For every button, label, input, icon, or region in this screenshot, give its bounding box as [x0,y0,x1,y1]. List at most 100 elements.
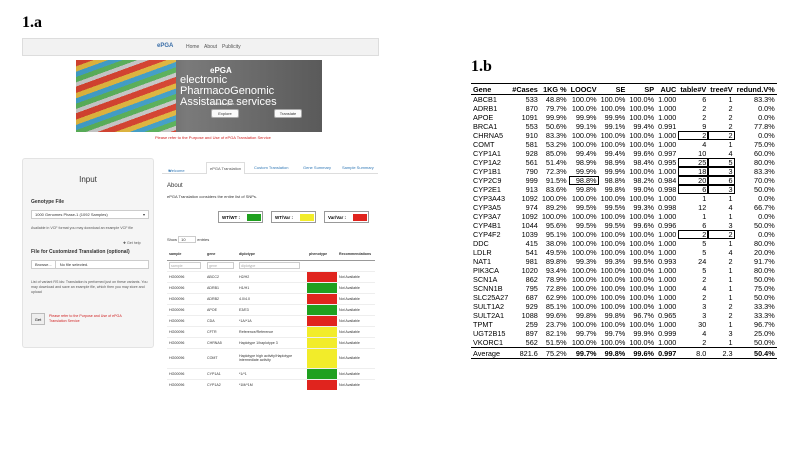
nav-home[interactable]: Home [186,44,199,50]
perf-cell: 99.9% [633,329,655,339]
perf-cell: 60.0% [754,149,775,159]
nav-publicity[interactable]: Publicity [222,44,241,50]
phenotype-cell [307,314,337,326]
perf-cell: 100.0% [629,266,655,276]
perf-cell: 100.0% [600,194,626,204]
perf-cell: 862 [525,275,538,285]
table-row[interactable]: HG00096 ADRB2 4.0/4.0 Not Available [167,292,375,304]
cell-gene: COMT [205,347,237,368]
col-phenotype[interactable]: phenotype [307,249,337,261]
get-help-link[interactable]: ✚ Get help [123,241,153,246]
perf-gene: SULT1A2 [473,302,505,312]
tab-epga-translation[interactable]: ePGA Translation [206,162,246,174]
perf-row: CYP1B1 790 72.3% 99.9% 99.9% 100.0% 1.000 18 3 83… [471,167,777,177]
perf-cell: 99.7% [575,329,597,339]
perf-cell: 83.3% [545,131,567,141]
table-row[interactable]: HG00096 CYP1A1 *1/*1 Not Available [167,367,375,379]
file-picker[interactable]: Browse... No file selected. [31,260,149,269]
table-row[interactable]: HG00096 CHRNA5 Haplotype 1/haplotype 3 Not … [167,336,375,348]
perf-cell: 2 [728,122,733,132]
perf-row: CYP4F2 1039 95.1% 100.0% 100.0% 100.0% 1.000 2 2… [471,230,777,240]
perf-cell: 80.0% [754,266,775,276]
perf-cell: 1 [728,284,733,294]
perf-cell: 100.0% [600,212,626,222]
col-gene[interactable]: gene [205,249,237,261]
vcf-note: Available in VCF format you may download… [31,226,134,230]
col-recommendations[interactable]: Recommendations [337,249,375,261]
perf-cell: 795 [525,284,538,294]
cell-gene: CYP1A1 [205,367,237,379]
browse-button[interactable]: Browse... [35,261,56,269]
translate-button[interactable]: Translate [274,109,302,118]
filter-input[interactable]: diplotype [239,262,301,269]
perf-cell: 85.0% [545,149,567,159]
perf-cell: 100.0% [571,275,597,285]
cell-gene: ADRB1 [205,281,237,293]
perf-cell: 70.0% [754,176,775,186]
table-row[interactable]: HG00096 COMT Haplotype high activity/Haplo… [167,347,375,368]
filter-cell: sample [167,259,205,271]
cell-diplotype: Reference/Reference [237,325,307,337]
perf-cell: 5 [702,239,707,249]
perf-cell: 2 [702,338,707,348]
table-row[interactable]: HG00096 ABCC2 H2/H2 Not Available [167,270,375,282]
perf-gene: LDLR [473,248,492,258]
get-badge[interactable]: Get [31,313,45,325]
perf-gene: CHRNA5 [473,131,504,141]
perf-col-header: table#V [678,83,709,95]
explore-button[interactable]: Explore [211,109,239,118]
table-row[interactable]: HG00096 CYP1A2 *1M/*1M Not Available [167,378,375,390]
perf-cell: 0.999 [658,329,677,339]
cell-sample: HG00096 [167,270,205,282]
col-diplotype[interactable]: diplotype [237,249,307,261]
cell-gene: ABCC2 [205,270,237,282]
perf-cell: 99.3% [633,203,655,213]
tab-gene-summary[interactable]: Gene Summary [303,165,331,170]
perf-cell: 3 [708,185,735,195]
filter-input[interactable]: gene [207,262,234,269]
perf-cell: 99.5% [604,203,626,213]
perf-row: CYP4B1 1044 95.6% 99.5% 99.5% 99.6% 0.996 6 3 50.… [471,221,777,230]
perf-gene: COMT [473,140,495,150]
table-row[interactable]: HG00096 CDA *1A/*1A Not Available [167,314,375,326]
table-row[interactable]: HG00096 APOE E3/E3 Not Available [167,303,375,315]
perf-cell: 99.9% [604,113,626,123]
filter-cell: diplotype [237,259,307,271]
perf-cell: 96.7% [754,320,775,330]
cell-diplotype: Haplotype high activity/Haplotype interm… [237,347,307,368]
cell-diplotype: Haplotype 1/haplotype 3 [237,336,307,348]
perf-cell: 1.000 [658,131,677,141]
perf-cell: 83.3% [754,167,775,177]
perf-cell: 928 [525,149,538,159]
perf-cell: 77.8% [754,122,775,132]
perf-cell: 999 [525,176,538,186]
custom-file-label: File for Customized Translation (optiona… [31,249,130,255]
cell-sample: HG00096 [167,292,205,304]
perf-cell: 1.000 [658,284,677,294]
perf-gene: ABCB1 [473,95,497,104]
genotype-select[interactable]: 1000 Genomes Phase-1 (1092 Samples) ▾ [31,210,149,219]
tab-custom-translation[interactable]: Custom Translation [254,165,288,170]
input-sidebar: Input Genotype File 1000 Genomes Phase-1… [22,158,154,348]
perf-cell: 49.5% [545,248,567,258]
perf-cell: 1 [728,239,733,249]
entries-select[interactable]: 10 [178,236,197,243]
top-navbar: ePGA Home About Publicity [22,38,379,56]
perf-cell: 33.3% [754,302,775,312]
tab-sample-summary[interactable]: Sample Summary [342,165,374,170]
perf-cell: 910 [525,131,538,141]
perf-cell: 870 [525,104,538,113]
cell-diplotype: *1A/*1A [237,314,307,326]
perf-cell: 9 [702,122,707,132]
app-logo[interactable]: ePGA [157,43,173,49]
table-row[interactable]: HG00096 ADRB1 H1/H1 Not Available [167,281,375,293]
perf-cell: 99.8% [575,311,597,321]
table-row[interactable]: HG00096 CFTR Reference/Reference Not Availa… [167,325,375,337]
perf-cell: 100.0% [629,113,655,123]
nav-about[interactable]: About [204,44,217,50]
filter-cell [337,259,375,271]
perf-cell: 99.3% [575,257,597,267]
filter-input[interactable]: sample [169,262,202,269]
col-sample[interactable]: sample [167,249,205,261]
perf-cell: 100.0% [629,338,655,348]
